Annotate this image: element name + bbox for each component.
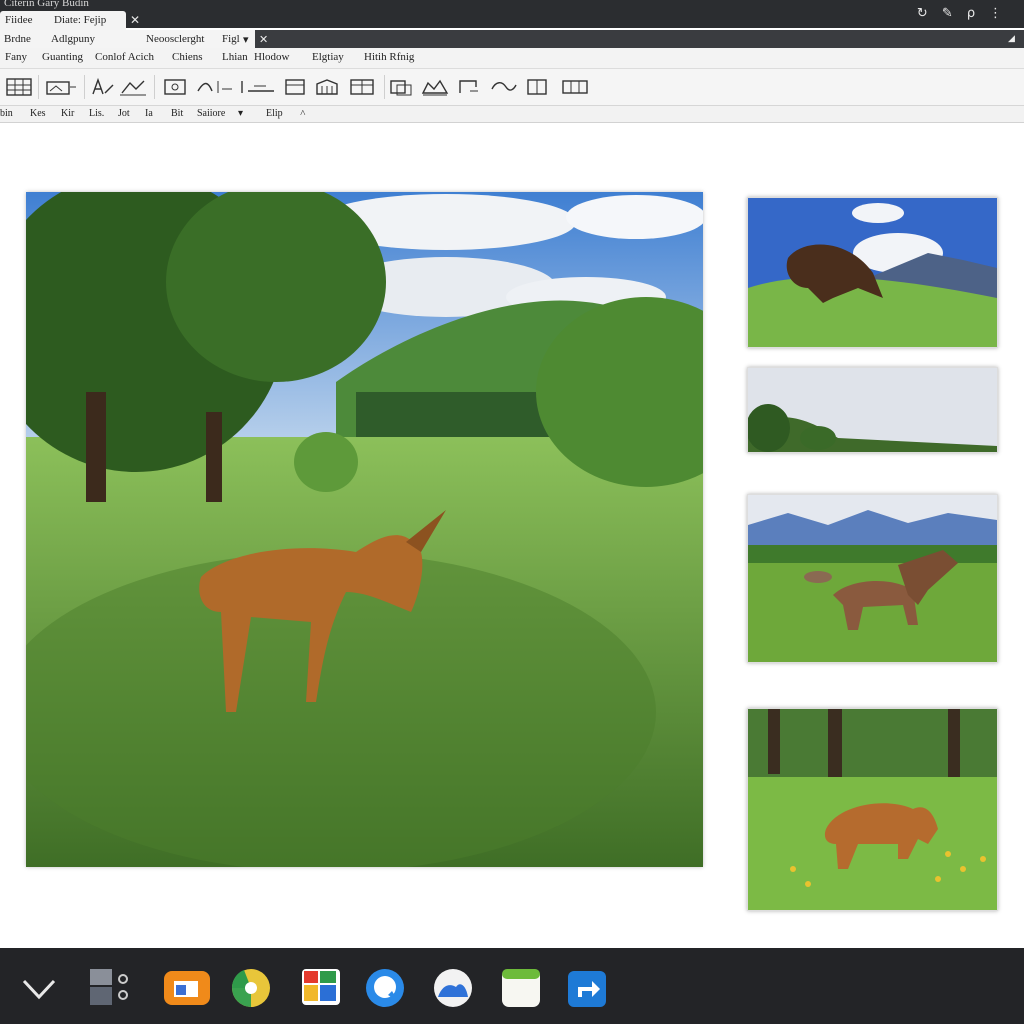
doc-tab-close-icon[interactable]: ✕ bbox=[259, 33, 268, 46]
taskbar bbox=[0, 948, 1024, 1024]
chat-app-icon[interactable] bbox=[364, 967, 406, 1009]
tab-label-2[interactable]: Diate: Fejip bbox=[54, 14, 106, 26]
menu-item-1[interactable]: Fany bbox=[5, 51, 27, 63]
link-icon[interactable]: ↻ bbox=[917, 6, 928, 21]
dropdown-arrow-icon[interactable]: ▾ bbox=[243, 33, 249, 46]
window-title: Citerin Gary Budin bbox=[4, 0, 89, 9]
main-image-deer[interactable] bbox=[26, 192, 703, 867]
toolbar-separator bbox=[154, 75, 155, 99]
photos-app-icon[interactable] bbox=[300, 967, 342, 1009]
format-item-8[interactable]: Saiiore bbox=[197, 108, 225, 119]
toolbar bbox=[0, 69, 1024, 106]
menu-item-8[interactable]: Hitih Rfnig bbox=[364, 51, 414, 63]
flip-icon[interactable] bbox=[420, 77, 450, 97]
dropdown-arrow-icon[interactable]: ▾ bbox=[238, 108, 243, 119]
frame-icon[interactable] bbox=[524, 77, 550, 97]
format-item-5[interactable]: Jot bbox=[118, 108, 130, 119]
document-tab-row: Brdne Adlgpuny Neoosclerght Figl ▾ ✕ ◢ bbox=[0, 30, 1024, 48]
split-icon[interactable] bbox=[282, 77, 308, 97]
toolbar-separator bbox=[84, 75, 85, 99]
thumbnail-horizon[interactable] bbox=[747, 367, 998, 453]
menu-item-3[interactable]: Conlof Acich bbox=[95, 51, 154, 63]
image-frame-icon[interactable] bbox=[44, 77, 78, 97]
menu-item-7[interactable]: Elgtiay bbox=[312, 51, 344, 63]
document-tab[interactable]: Brdne Adlgpuny Neoosclerght Figl ▾ bbox=[0, 30, 255, 48]
format-bar: bin Kes Kir Lis. Jot Ia Bit Saiiore ▾ El… bbox=[0, 106, 1024, 123]
format-item-9[interactable]: Elip bbox=[266, 108, 283, 119]
draw-icon[interactable] bbox=[90, 77, 116, 97]
settings-panel-icon[interactable] bbox=[88, 967, 130, 1009]
menu-dots-icon[interactable]: ⋮ bbox=[989, 6, 1002, 21]
chevron-down-icon[interactable] bbox=[18, 967, 60, 1009]
menu-bar: Fany Guanting Conlof Acich Chiens Lhian … bbox=[0, 48, 1024, 69]
table-icon[interactable] bbox=[5, 77, 33, 97]
pin-icon[interactable]: ⍴ bbox=[967, 6, 975, 21]
format-item-1[interactable]: bin bbox=[0, 108, 13, 119]
chrome-icon[interactable] bbox=[230, 967, 272, 1009]
tab-active[interactable]: Fiidee Diate: Fejip bbox=[0, 11, 126, 30]
doc-tab-3[interactable]: Neoosclerght bbox=[146, 33, 204, 45]
menu-item-2[interactable]: Guanting bbox=[42, 51, 83, 63]
toolbar-separator bbox=[384, 75, 385, 99]
tab-label-1[interactable]: Fiidee bbox=[5, 14, 33, 26]
group-icon[interactable] bbox=[348, 77, 378, 97]
format-item-4[interactable]: Lis. bbox=[89, 108, 104, 119]
doc-tab-1[interactable]: Brdne bbox=[4, 33, 31, 45]
pen-icon[interactable]: ✎ bbox=[942, 6, 953, 21]
menu-item-6[interactable]: Hlodow bbox=[254, 51, 289, 63]
title-bar: Citerin Gary Budin Fiidee Diate: Fejip ✕… bbox=[0, 0, 1024, 30]
rotate-icon[interactable] bbox=[388, 77, 414, 97]
thumbnail-boar-hill[interactable] bbox=[747, 197, 998, 348]
format-item-2[interactable]: Kes bbox=[30, 108, 46, 119]
format-item-3[interactable]: Kir bbox=[61, 108, 74, 119]
collapse-icon[interactable]: ◢ bbox=[1008, 33, 1015, 44]
toolbar-separator bbox=[38, 75, 39, 99]
caret-up-icon[interactable]: ˄ bbox=[300, 108, 306, 119]
transform-icon[interactable] bbox=[314, 77, 340, 97]
format-item-6[interactable]: Ia bbox=[145, 108, 153, 119]
box-icon[interactable] bbox=[456, 77, 482, 97]
files-app-icon[interactable] bbox=[162, 967, 212, 1009]
share-app-icon[interactable] bbox=[566, 967, 608, 1009]
menu-item-5[interactable]: Lhian bbox=[222, 51, 248, 63]
format-item-7[interactable]: Bit bbox=[171, 108, 183, 119]
doc-tab-2[interactable]: Adlgpuny bbox=[51, 33, 95, 45]
cloud-app-icon[interactable] bbox=[432, 967, 474, 1009]
columns-icon[interactable] bbox=[560, 77, 590, 97]
grid-icon[interactable] bbox=[240, 77, 276, 97]
tab-close-icon[interactable]: ✕ bbox=[130, 13, 140, 27]
crop-icon[interactable] bbox=[118, 77, 148, 97]
layers-icon[interactable] bbox=[194, 77, 234, 97]
thumbnail-boar-grass[interactable] bbox=[747, 708, 998, 911]
align-icon[interactable] bbox=[162, 77, 188, 97]
thumbnail-deer-herd[interactable] bbox=[747, 494, 998, 663]
notes-app-icon[interactable] bbox=[500, 967, 542, 1009]
window-controls: ↻ ✎ ⍴ ⋮ bbox=[917, 6, 1002, 21]
doc-tab-4[interactable]: Figl bbox=[222, 33, 240, 45]
resize-icon[interactable] bbox=[488, 77, 518, 97]
menu-item-4[interactable]: Chiens bbox=[172, 51, 203, 63]
